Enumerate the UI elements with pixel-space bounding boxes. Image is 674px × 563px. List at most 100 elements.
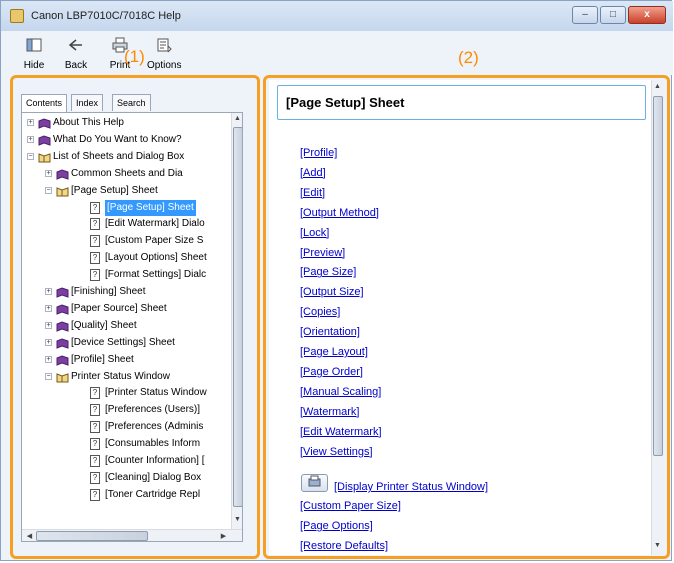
topic-link[interactable]: [Copies] — [300, 306, 340, 318]
collapse-icon[interactable]: − — [27, 152, 34, 160]
topic-link[interactable]: [Custom Paper Size] — [300, 500, 401, 512]
expand-icon[interactable]: + — [45, 169, 52, 177]
maximize-button[interactable]: □ — [600, 6, 626, 24]
open-book-icon — [56, 186, 69, 197]
topic-link[interactable]: [Page Order] — [300, 366, 363, 378]
printer-status-button[interactable] — [301, 474, 328, 492]
tree-item-label: [Preferences (Users)] — [105, 404, 201, 416]
tree-hscroll-thumb[interactable] — [36, 531, 148, 541]
tree-scroll-thumb[interactable] — [233, 127, 242, 507]
help-page-icon: ? — [90, 201, 100, 214]
expand-icon[interactable]: + — [45, 355, 52, 363]
topic-link[interactable]: [Lock] — [300, 227, 329, 239]
tab-search-label: Search — [117, 98, 146, 108]
tree-item-label: [Preferences (Adminis — [105, 421, 204, 433]
tree-item-label: Common Sheets and Dia — [71, 167, 183, 179]
topic-link[interactable]: [Watermark] — [300, 406, 360, 418]
collapse-icon[interactable]: − — [45, 186, 52, 194]
topic-link[interactable]: [Output Size] — [300, 286, 364, 298]
topic-link[interactable]: [Preview] — [300, 247, 345, 259]
closed-book-icon — [56, 338, 69, 349]
expand-icon[interactable]: + — [27, 119, 34, 126]
topic-heading: [Page Setup] Sheet — [286, 95, 405, 110]
tree-item-label: [Paper Source] Sheet — [71, 302, 167, 314]
topic-scroll-thumb[interactable] — [653, 96, 663, 456]
help-page-icon: ? — [90, 218, 100, 231]
closed-book-icon — [38, 118, 51, 129]
expand-icon[interactable]: + — [45, 288, 52, 295]
collapse-icon[interactable]: − — [45, 372, 52, 380]
help-app-icon — [10, 9, 24, 23]
display-printer-status-window-link[interactable]: [Display Printer Status Window] — [334, 481, 488, 493]
topic-link[interactable]: [Page Options] — [300, 520, 373, 532]
scroll-right-icon[interactable]: ▶ — [218, 532, 229, 540]
topic-link[interactable]: [Edit] — [300, 187, 325, 199]
tree-item-label: [Page Setup] Sheet — [105, 199, 196, 216]
topic-link[interactable]: [Page Size] — [300, 266, 356, 278]
callout-1-label: (1) — [124, 47, 145, 66]
expand-icon[interactable]: + — [45, 338, 52, 346]
hide-button[interactable]: Hide — [17, 35, 51, 75]
expand-icon[interactable]: + — [45, 304, 52, 312]
tab-contents-label: Contents — [26, 98, 63, 108]
tree-item-label: [Toner Cartridge Repl — [105, 488, 201, 500]
scroll-left-icon[interactable]: ◀ — [24, 532, 35, 540]
back-button[interactable]: Back — [59, 35, 93, 75]
topic-link[interactable]: [Profile] — [300, 147, 337, 159]
options-button[interactable]: Options — [147, 35, 181, 75]
tree-item-label: Printer Status Window — [71, 370, 170, 382]
topic-vertical-scrollbar[interactable]: ▲ ▼ — [651, 80, 664, 555]
topic-link[interactable]: [View Settings] — [300, 446, 373, 458]
callout-2-label: (2) — [458, 48, 479, 67]
tree-item-label: What Do You Want to Know? — [53, 133, 182, 145]
tree-vertical-scrollbar[interactable]: ▲ ▼ — [231, 113, 242, 529]
options-icon — [157, 38, 172, 53]
closed-book-icon — [38, 135, 51, 146]
printer-status-icon — [308, 475, 321, 487]
help-page-icon: ? — [90, 488, 100, 501]
help-page-icon: ? — [90, 269, 100, 282]
topic-link[interactable]: [Edit Watermark] — [300, 426, 382, 438]
topic-link[interactable]: [Page Layout] — [300, 346, 368, 358]
tree-horizontal-scrollbar[interactable]: ◀ ▶ — [22, 529, 242, 541]
topic-scroll-down-icon[interactable]: ▼ — [652, 542, 663, 549]
tab-contents[interactable]: Contents — [21, 94, 68, 112]
scroll-down-icon[interactable]: ▼ — [232, 516, 242, 523]
topic-scroll-up-icon[interactable]: ▲ — [652, 83, 663, 90]
expand-icon[interactable]: + — [45, 321, 52, 329]
hide-label: Hide — [23, 60, 45, 71]
topic-link[interactable]: [Orientation] — [300, 326, 360, 338]
contents-tree[interactable]: + About This Help + What Do You Want to Kno… — [21, 112, 243, 542]
scroll-up-icon[interactable]: ▲ — [232, 115, 242, 122]
back-label: Back — [64, 60, 88, 71]
hide-icon — [26, 38, 42, 52]
help-page-icon: ? — [90, 235, 100, 248]
topic-link[interactable]: [Output Method] — [300, 207, 379, 219]
closed-book-icon — [56, 287, 69, 298]
open-book-icon — [56, 372, 69, 382]
topic-link[interactable]: [Add] — [300, 167, 326, 179]
topic-link[interactable]: [Restore Defaults] — [300, 540, 388, 552]
topic-link[interactable]: [Manual Scaling] — [300, 386, 381, 398]
help-page-icon: ? — [90, 471, 100, 484]
help-page-icon: ? — [90, 421, 100, 434]
tab-index[interactable]: Index — [71, 94, 104, 111]
tree-item-label: [Custom Paper Size S — [105, 235, 204, 247]
close-button[interactable]: x — [628, 6, 666, 24]
expand-icon[interactable]: + — [27, 135, 34, 143]
tree-item-label: About This Help — [53, 117, 124, 128]
minimize-button[interactable]: – — [572, 6, 598, 24]
tree-item-label: [Edit Watermark] Dialo — [105, 218, 205, 230]
options-label: Options — [147, 60, 182, 71]
closed-book-icon — [56, 321, 69, 332]
help-page-icon: ? — [90, 387, 100, 400]
tree-item-label: [Cleaning] Dialog Box — [105, 471, 202, 483]
open-book-icon — [38, 153, 51, 163]
help-page-icon: ? — [90, 252, 100, 265]
tab-search[interactable]: Search — [112, 94, 151, 111]
tree-item-label: [Printer Status Window — [105, 387, 207, 399]
tree-item-label: [Page Setup] Sheet — [71, 184, 158, 196]
title-bar[interactable]: Canon LBP7010C/7018C Help – □ x — [1, 1, 673, 31]
tree-item-label: List of Sheets and Dialog Box — [53, 150, 185, 162]
tree-item-label: [Finishing] Sheet — [71, 286, 146, 297]
